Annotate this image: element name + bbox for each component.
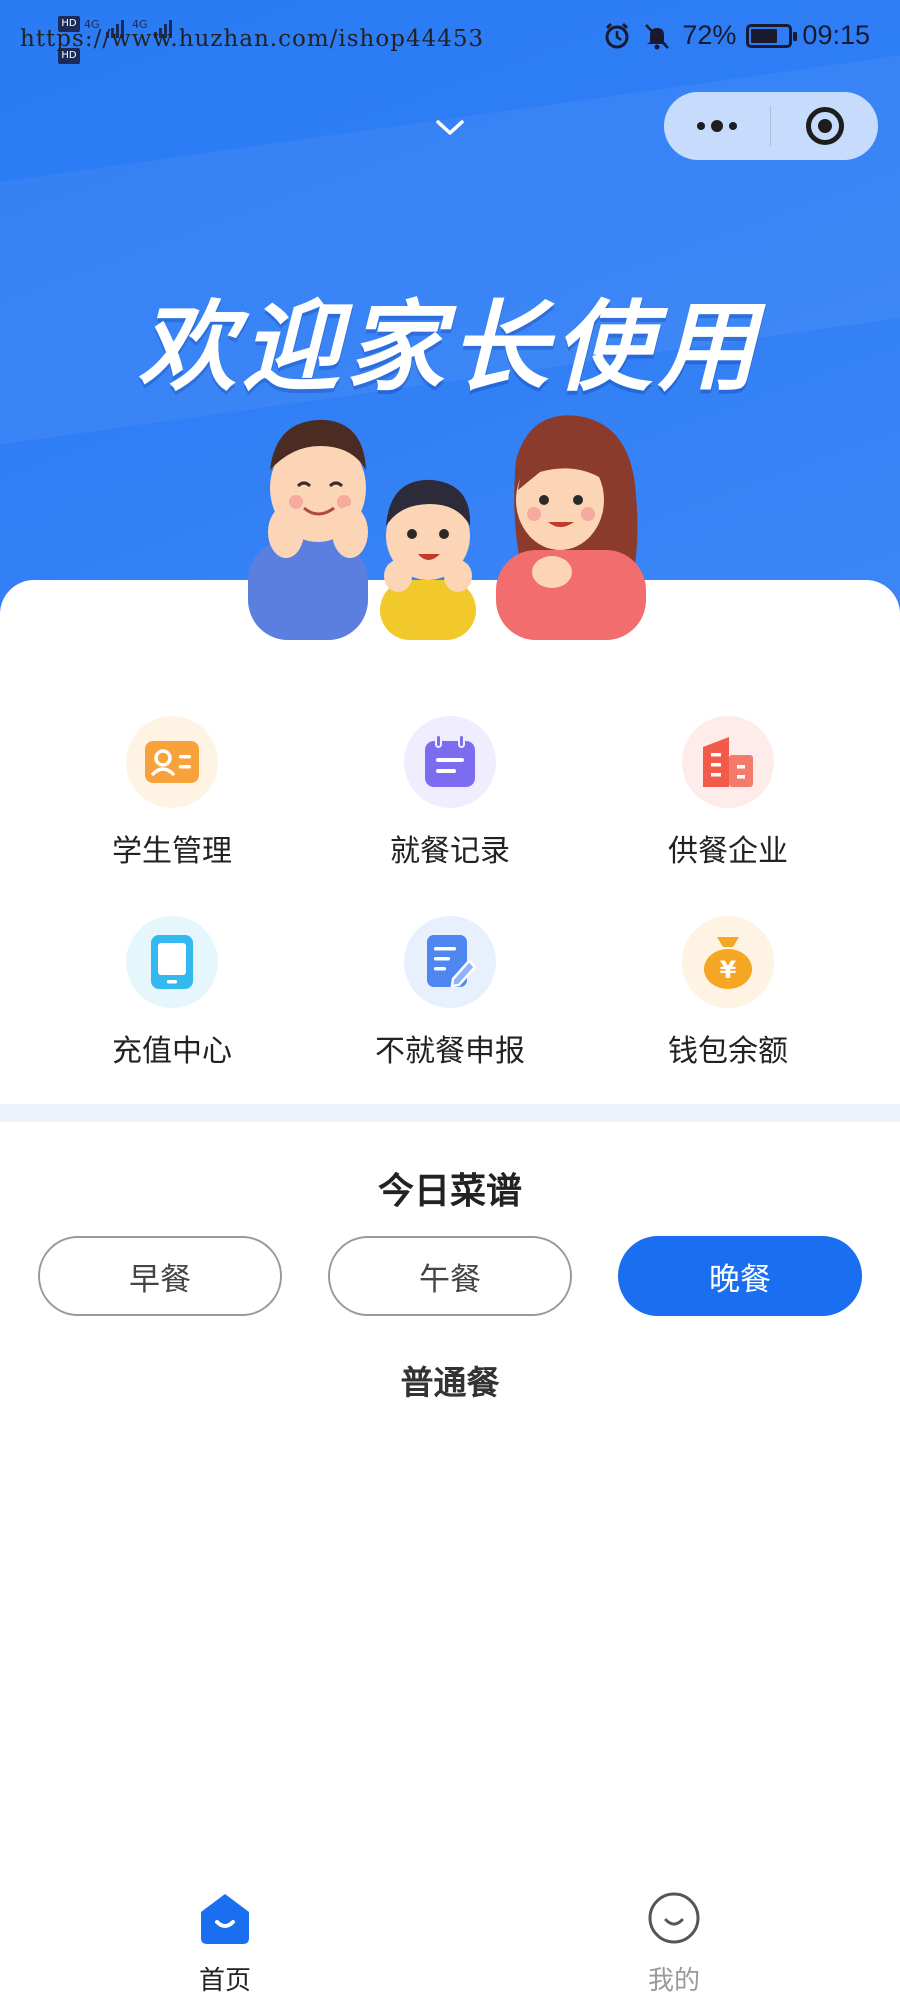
tab-mine[interactable]: 我的 [594, 1890, 754, 2000]
tab-dinner[interactable]: 晚餐 [618, 1236, 862, 1316]
tab-home[interactable]: 首页 [145, 1890, 305, 2000]
bell-muted-icon [645, 23, 670, 49]
menu-title: 今日菜谱 [377, 1171, 522, 1212]
battery-icon [746, 23, 798, 48]
calendar-icon [425, 734, 475, 787]
bottom-tabbar: 首页 我的 [0, 1880, 900, 2000]
tab-label: 首页 [198, 1966, 251, 1996]
more-icon[interactable] [664, 92, 770, 160]
home-icon [201, 1894, 249, 1944]
edit-doc-icon [427, 935, 477, 988]
grid-item-dining-records[interactable]: 就餐记录 [314, 716, 586, 876]
mini-program-capsule [664, 92, 878, 160]
tab-label: 我的 [647, 1966, 700, 1996]
meal-tabs: 早餐 午餐 晚餐 [38, 1236, 864, 1316]
chevron-down-icon[interactable] [430, 108, 470, 148]
grid-item-recharge-center[interactable]: 充值中心 [36, 916, 308, 1076]
money-bag-icon-wrap: ¥ [682, 916, 774, 1008]
edit-doc-icon-wrap [404, 916, 496, 1008]
section-divider [0, 1104, 900, 1122]
grid-item-label: 充值中心 [112, 1034, 232, 1069]
welcome-title: 欢迎家长使用 [137, 291, 762, 405]
grid-item-label: 钱包余额 [668, 1034, 788, 1069]
watermark-url: https://www.huzhan.com/ishop44453 [20, 26, 485, 52]
student-card-icon-wrap [126, 716, 218, 808]
alarm-icon [605, 22, 629, 48]
grid-item-label: 学生管理 [112, 834, 232, 869]
family-illustration [248, 415, 646, 640]
grid-item-student-management[interactable]: 学生管理 [36, 716, 308, 876]
grid-item-label: 供餐企业 [668, 834, 788, 869]
battery-level [751, 28, 778, 43]
building-icon-wrap [682, 716, 774, 808]
grid-item-label: 就餐记录 [390, 834, 510, 869]
grid-item-wallet-balance[interactable]: ¥ 钱包余额 [592, 916, 864, 1076]
grid-item-label: 不就餐申报 [375, 1034, 525, 1069]
meal-type-heading: 普通餐 [400, 1363, 500, 1402]
student-card-icon [145, 741, 199, 783]
battery-percent: 72% [682, 20, 737, 50]
clock: 09:15 [802, 20, 870, 50]
grid-item-no-dining-report[interactable]: 不就餐申报 [314, 916, 586, 1076]
tablet-icon-wrap [126, 916, 218, 1008]
money-bag-icon: ¥ [704, 937, 752, 989]
tab-breakfast[interactable]: 早餐 [38, 1236, 282, 1316]
calendar-icon-wrap [404, 716, 496, 808]
status-right: 72% 09:15 [602, 20, 870, 51]
building-icon [703, 737, 753, 787]
status-bar: HD HD 4G 4G https://www.huzhan.com/ishop… [0, 0, 900, 80]
grid-item-catering-company[interactable]: 供餐企业 [592, 716, 864, 876]
profile-smile-icon [648, 1892, 700, 1944]
close-target-icon[interactable] [771, 92, 878, 160]
capsule-divider [770, 106, 771, 146]
svg-text:¥: ¥ [720, 956, 737, 984]
tab-lunch[interactable]: 午餐 [328, 1236, 572, 1316]
tablet-icon [151, 935, 193, 989]
